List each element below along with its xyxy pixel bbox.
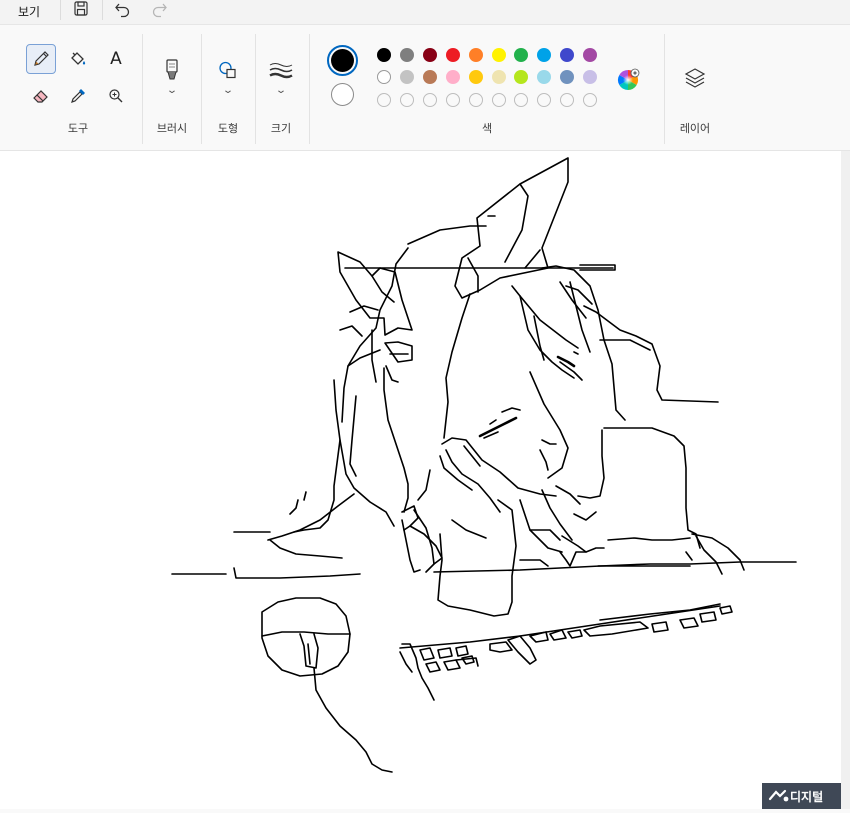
palette-color-swatch[interactable] <box>445 48 460 62</box>
custom-color-slot[interactable] <box>377 93 391 107</box>
size-group-label: 크기 <box>270 122 292 135</box>
primary-color-button[interactable] <box>327 45 358 76</box>
palette-color-swatch[interactable] <box>583 70 598 84</box>
watermark-text: 디지털 <box>790 789 824 804</box>
ribbon: A 도구 ⌄ 브러시 ⌄ 도형 ⌄ 크기 색 레이어 <box>0 25 850 151</box>
shapes-button[interactable] <box>213 55 243 85</box>
palette-color-swatch[interactable] <box>560 70 575 84</box>
redo-icon[interactable] <box>149 0 171 20</box>
watermark-badge: 디지털 <box>762 783 841 809</box>
paint-bucket-icon <box>71 52 86 65</box>
menu-bar: 보기 <box>0 0 850 25</box>
custom-color-slot[interactable] <box>468 93 483 107</box>
group-separator <box>309 34 310 144</box>
palette-color-swatch[interactable] <box>399 70 414 84</box>
palette-color-swatch[interactable] <box>377 48 391 62</box>
menu-separator <box>60 0 61 20</box>
fill-tool[interactable] <box>63 44 93 74</box>
drawing-canvas[interactable]: 디지털 <box>0 151 841 809</box>
magnifier-tool[interactable] <box>101 81 131 111</box>
custom-color-slot[interactable] <box>514 93 529 107</box>
undo-icon[interactable] <box>113 0 135 20</box>
eyedropper-icon <box>71 89 85 103</box>
palette-color-swatch[interactable] <box>377 70 391 84</box>
secondary-color-button[interactable] <box>331 83 354 106</box>
pencil-tool[interactable] <box>26 44 56 74</box>
palette-color-swatch[interactable] <box>422 48 437 62</box>
palette-color-swatch[interactable] <box>514 48 529 62</box>
group-separator <box>664 34 665 144</box>
text-icon: A <box>110 49 122 69</box>
menu-view[interactable]: 보기 <box>18 3 40 20</box>
colors-group-label: 색 <box>481 122 493 135</box>
custom-color-slot[interactable] <box>399 93 414 107</box>
palette-color-swatch[interactable] <box>491 48 506 62</box>
layers-icon <box>684 68 706 88</box>
size-button[interactable] <box>266 55 296 85</box>
brush-icon <box>166 59 178 80</box>
palette-color-swatch[interactable] <box>514 70 529 84</box>
tools-group-label: 도구 <box>67 122 89 135</box>
palette-color-swatch[interactable] <box>422 70 437 84</box>
group-separator <box>201 34 202 144</box>
palette-color-swatch[interactable] <box>583 48 598 62</box>
size-chevron-down-icon[interactable]: ⌄ <box>275 85 287 96</box>
edit-colors-button[interactable] <box>616 68 640 92</box>
zoom-icon <box>109 89 123 103</box>
group-separator <box>255 34 256 144</box>
palette-color-swatch[interactable] <box>445 70 460 84</box>
custom-color-slot[interactable] <box>491 93 506 107</box>
custom-color-slot[interactable] <box>422 93 437 107</box>
custom-color-slot[interactable] <box>560 93 575 107</box>
palette-color-swatch[interactable] <box>491 70 506 84</box>
text-tool[interactable]: A <box>101 44 131 74</box>
save-icon[interactable] <box>71 0 93 20</box>
eraser-icon <box>33 90 48 103</box>
watermark-logo-icon <box>768 789 789 802</box>
brushes-group-label: 브러시 <box>156 122 188 135</box>
shapes-icon <box>219 61 236 79</box>
brushes-button[interactable] <box>157 55 187 85</box>
menu-separator <box>102 0 103 20</box>
layers-group-label: 레이어 <box>679 122 711 135</box>
shapes-group-label: 도형 <box>217 122 239 135</box>
palette-color-swatch[interactable] <box>537 70 552 84</box>
brushes-chevron-down-icon[interactable]: ⌄ <box>166 85 178 96</box>
line-thickness-icon <box>269 63 293 79</box>
pencil-icon <box>34 51 49 66</box>
custom-color-slot[interactable] <box>583 93 598 107</box>
palette-color-swatch[interactable] <box>537 48 552 62</box>
group-separator <box>142 34 143 144</box>
primary-color-swatch <box>331 49 354 72</box>
palette-color-swatch[interactable] <box>468 70 483 84</box>
color-wheel-icon <box>618 68 640 90</box>
custom-color-slot[interactable] <box>537 93 552 107</box>
layers-button[interactable] <box>680 63 710 93</box>
eraser-tool[interactable] <box>26 81 56 111</box>
line-drawing <box>171 157 797 773</box>
palette-color-swatch[interactable] <box>399 48 414 62</box>
canvas-area: 디지털 <box>0 151 850 809</box>
color-picker-tool[interactable] <box>63 81 93 111</box>
palette-color-swatch[interactable] <box>560 48 575 62</box>
custom-color-slot[interactable] <box>445 93 460 107</box>
palette-color-swatch[interactable] <box>468 48 483 62</box>
shapes-chevron-down-icon[interactable]: ⌄ <box>222 85 234 96</box>
